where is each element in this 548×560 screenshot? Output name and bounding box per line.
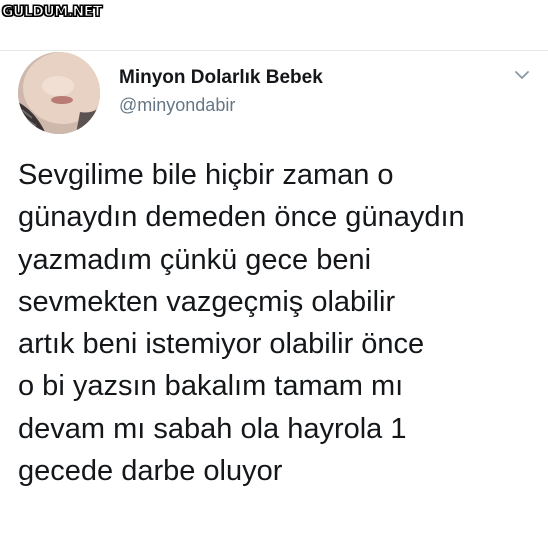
top-divider	[0, 50, 548, 51]
author-display-name[interactable]: Minyon Dolarlık Bebek	[119, 66, 323, 90]
tweet-line: gecede darbe oluyor	[18, 455, 283, 488]
tweet-line: yazmadım çünkü gece beni	[18, 243, 372, 276]
avatar-image	[18, 52, 100, 134]
author-handle[interactable]: @minyondabir	[119, 93, 323, 117]
tweet-line: artık beni istemiyor olabilir önce	[18, 328, 425, 361]
chevron-down-icon[interactable]	[513, 68, 531, 80]
tweet-line: Sevgilime bile hiçbir zaman o	[18, 159, 394, 191]
user-info[interactable]: Minyon Dolarlık Bebek @minyondabir	[119, 66, 323, 117]
tweet-line: o bi yazsın bakalım tamam mı	[18, 370, 404, 403]
tweet-line: günaydın demeden önce günaydın	[18, 201, 465, 234]
avatar[interactable]	[18, 52, 100, 134]
watermark: GULDUM.NET	[2, 4, 103, 21]
tweet-line: devam mı sabah ola hayrola 1	[18, 412, 407, 445]
tweet-line: sevmekten vazgeçmiş olabilir	[18, 285, 396, 318]
tweet-text: Sevgilime bile hiçbir zaman o günaydın d…	[18, 154, 538, 492]
